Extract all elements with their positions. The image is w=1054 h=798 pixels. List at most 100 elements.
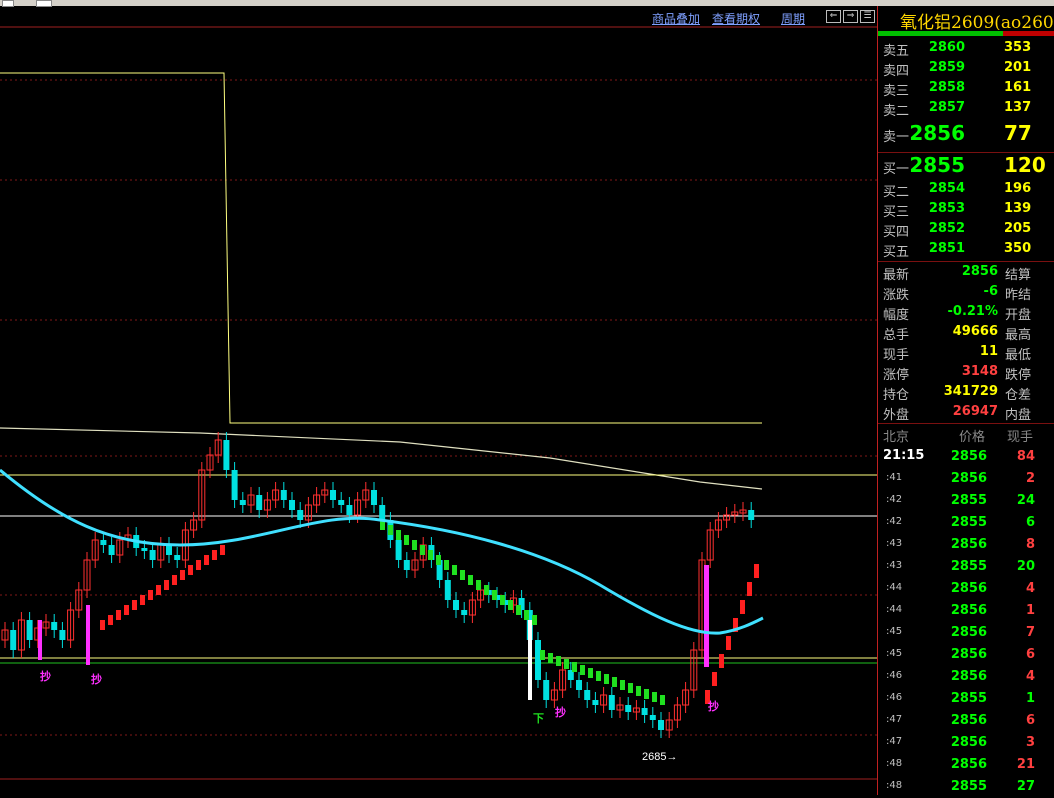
candle-body-down	[108, 545, 115, 555]
signal-step-green	[396, 530, 401, 540]
tick-time: :48	[886, 758, 903, 769]
signal-step-red	[180, 570, 185, 580]
ask-row[interactable]: 卖一 2856 77	[878, 121, 1054, 145]
tick-time: :45	[886, 626, 903, 637]
tick-price: 2855	[950, 493, 987, 508]
bid-price: 2855	[909, 153, 965, 177]
buy-signal-label: 抄	[40, 669, 51, 683]
signal-step-green	[436, 555, 441, 565]
quote-value: -6	[983, 284, 998, 299]
quote-row: 最新 2856 结算	[878, 262, 1054, 283]
tick-volume: 1	[1025, 603, 1035, 618]
low-price-marker: 2685→	[642, 751, 677, 763]
scroll-right-button[interactable]: ⇒	[843, 10, 858, 23]
signal-step-red	[220, 545, 225, 555]
signal-step-green	[532, 615, 537, 625]
menu-button[interactable]: ☰	[860, 10, 875, 23]
ask-row[interactable]: 卖三 2858 161	[878, 78, 1054, 99]
quote-label: 外盘	[883, 408, 910, 423]
quote-label-2: 内盘	[1005, 408, 1032, 423]
bid-row[interactable]: 买三 2853 139	[878, 199, 1054, 220]
ask-price: 2860	[928, 40, 965, 55]
ask-volume: 353	[1004, 40, 1032, 55]
signal-step-green	[524, 610, 529, 620]
tick-price: 2855	[950, 515, 987, 530]
bid-label: 买一	[883, 162, 910, 177]
signal-step-green	[564, 659, 569, 669]
tick-row: :45 2856 7	[878, 622, 1054, 644]
bid-row[interactable]: 买四 2852 205	[878, 219, 1054, 240]
candle-body-down	[289, 500, 295, 510]
signal-step-green	[604, 674, 609, 684]
candle-body-down	[444, 580, 451, 600]
ask-label: 卖五	[883, 44, 910, 59]
ask-row[interactable]: 卖五 2860 353	[878, 38, 1054, 59]
signal-step-red	[726, 636, 731, 650]
candle-body-down	[256, 495, 263, 510]
tick-price: 2855	[950, 779, 987, 794]
ask-volume: 77	[1004, 121, 1032, 145]
candle-body-down	[371, 490, 377, 505]
ask-row[interactable]: 卖四 2859 201	[878, 58, 1054, 79]
tick-volume: 6	[1025, 647, 1035, 662]
bid-volume: 139	[1004, 201, 1032, 216]
tick-volume: 4	[1025, 581, 1035, 596]
signal-step-green	[540, 650, 545, 660]
signal-step-red	[116, 610, 121, 620]
tick-time: :43	[886, 560, 903, 571]
options-link[interactable]: 查看期权	[712, 10, 760, 27]
period-link[interactable]: 周期	[781, 10, 805, 27]
tick-volume: 27	[1016, 779, 1035, 794]
ask-row[interactable]: 卖二 2857 137	[878, 98, 1054, 119]
quote-label: 幅度	[883, 308, 910, 323]
tick-row: :46 2856 4	[878, 666, 1054, 688]
candlesticks	[1, 432, 755, 738]
bid-row[interactable]: 买二 2854 196	[878, 179, 1054, 200]
signal-step-red	[747, 582, 752, 596]
ask-label: 卖二	[883, 104, 910, 119]
candle-body-down	[223, 440, 230, 470]
tick-time: 21:15	[883, 448, 925, 463]
signal-step-red	[754, 564, 759, 578]
kline-chart[interactable]: 2685→抄 抄抄 抄下	[0, 6, 877, 795]
quote-row: 总手 49666 最高	[878, 322, 1054, 343]
contract-title[interactable]: 氧化铝2609(ao2609	[878, 6, 1054, 30]
signal-step-red	[196, 560, 201, 570]
tick-price: 2855	[950, 559, 987, 574]
tick-price: 2856	[950, 625, 987, 640]
candle-body-down	[543, 680, 550, 700]
tick-time: :46	[886, 670, 903, 681]
signal-step-green	[492, 590, 497, 600]
signal-step-red	[212, 550, 217, 560]
bid-price: 2852	[928, 221, 965, 236]
tick-price: 2856	[950, 603, 987, 618]
tick-volume: 20	[1016, 559, 1035, 574]
tick-time: :47	[886, 736, 903, 747]
scroll-left-button[interactable]: ⇐	[826, 10, 841, 23]
highlight-bar	[528, 620, 532, 700]
overlay-link[interactable]: 商品叠加	[652, 10, 700, 27]
quote-label: 最新	[883, 268, 910, 283]
tick-time: :47	[886, 714, 903, 725]
chart-toolbar: 商品叠加 查看期权 周期 ⇐ ⇒ ☰	[0, 6, 877, 28]
bid-row[interactable]: 买一 2855 120	[878, 153, 1054, 177]
signal-step-green	[596, 671, 601, 681]
tick-volume: 7	[1025, 625, 1035, 640]
quote-row: 幅度 -0.21% 开盘	[878, 302, 1054, 323]
buy-signal-label: 抄	[555, 705, 566, 719]
quote-label: 现手	[883, 348, 910, 363]
signal-step-green	[636, 686, 641, 696]
tick-row: :48 2856 21	[878, 754, 1054, 776]
candle-body-down	[51, 622, 58, 630]
bid-price: 2853	[928, 201, 965, 216]
candle-body-down	[649, 715, 656, 720]
candle-body-down	[625, 705, 632, 712]
candle-body-down	[641, 708, 648, 715]
tick-time: :42	[886, 516, 903, 527]
candle-body-down	[453, 600, 459, 610]
bid-row[interactable]: 买五 2851 350	[878, 239, 1054, 260]
quote-label: 涨跌	[883, 288, 910, 303]
ask-volume: 137	[1004, 100, 1032, 115]
signal-step-green	[420, 545, 425, 555]
tick-volume: 8	[1025, 537, 1035, 552]
